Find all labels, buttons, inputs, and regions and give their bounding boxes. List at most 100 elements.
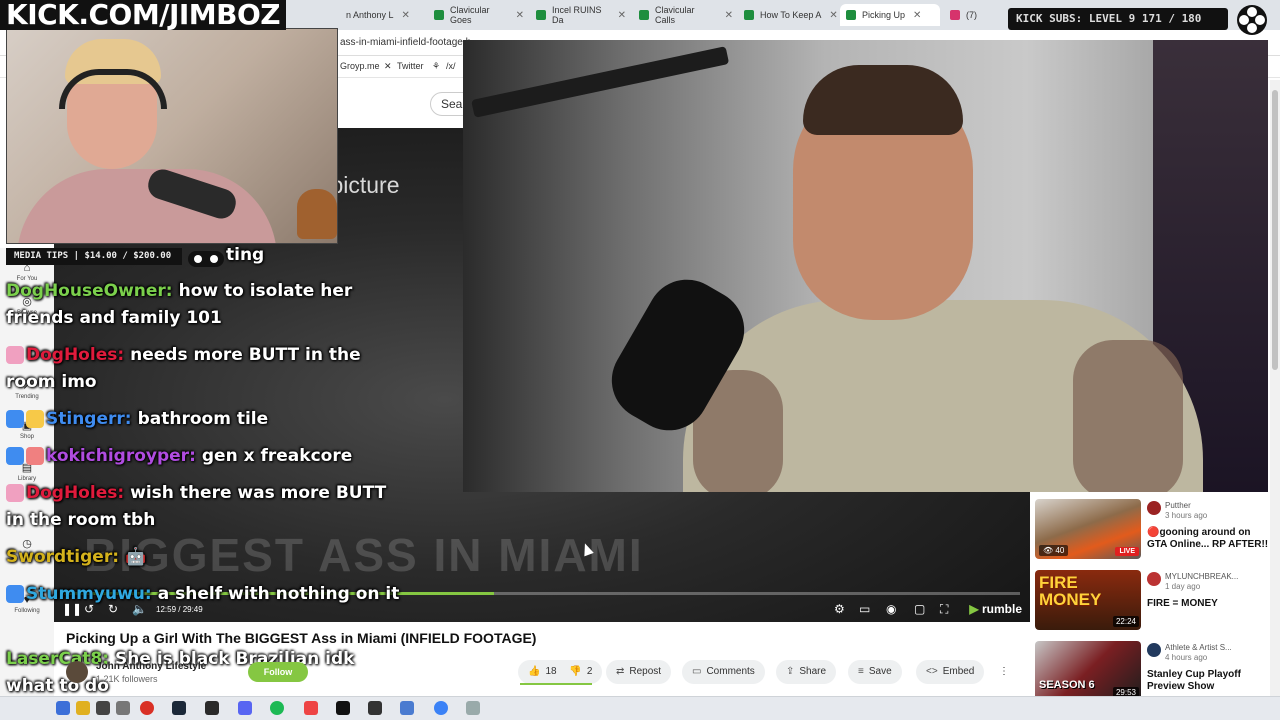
- recommended-video[interactable]: 👁 40 LIVE Putther 3 hours ago 🔴gooning a…: [1035, 499, 1275, 563]
- browser-tab[interactable]: Incel RUINS Da ✕: [530, 4, 626, 26]
- chat-text: gen x freakcore: [201, 446, 353, 466]
- channel-name[interactable]: Putther: [1165, 501, 1191, 510]
- fullscreen-icon[interactable]: ⛶: [940, 602, 948, 617]
- vote-buttons[interactable]: 👍 18 👎 2: [518, 660, 603, 684]
- channel-avatar[interactable]: [1147, 643, 1161, 657]
- follower-count: 1.21K followers: [96, 674, 158, 684]
- video-title[interactable]: Stanley Cup Playoff Preview Show: [1147, 669, 1272, 693]
- save-icon: ≡: [858, 666, 864, 677]
- chat-username: DogHouseOwner:: [6, 281, 173, 301]
- instagram-icon: [950, 10, 960, 20]
- thumbnail-text: FIRE MONEY: [1039, 573, 1102, 609]
- autoplay-toggle[interactable]: ◉: [886, 602, 896, 616]
- follow-button[interactable]: Follow: [248, 662, 308, 682]
- chat-username: DogHoles:: [26, 483, 125, 503]
- thumbnail-text: SEASON 6: [1039, 679, 1095, 691]
- controller-icon: [188, 251, 224, 267]
- bookmark[interactable]: Groyp.me: [340, 61, 380, 71]
- chat-username: Stummyuwu:: [26, 584, 152, 604]
- close-icon[interactable]: ✕: [913, 10, 921, 21]
- channel-name[interactable]: John Anthony Lifestyle: [96, 661, 206, 672]
- video-duration: 22:24: [1112, 616, 1139, 627]
- favicon-icon: [744, 10, 754, 20]
- url-text[interactable]: ass-in-miami-infield-footage.h: [340, 37, 471, 48]
- close-icon[interactable]: ✕: [618, 10, 626, 21]
- embedded-stream-video: [463, 40, 1268, 492]
- browser-tab-active[interactable]: Picking Up ✕: [840, 4, 940, 26]
- close-icon[interactable]: ✕: [402, 10, 410, 21]
- obs-icon[interactable]: [205, 701, 219, 715]
- channel-avatar[interactable]: [1147, 572, 1161, 586]
- chrome-icon[interactable]: [140, 701, 154, 715]
- repost-button[interactable]: ⇄ Repost: [606, 660, 672, 684]
- start-icon[interactable]: [56, 701, 70, 715]
- captions-icon[interactable]: ▭: [859, 602, 870, 616]
- chat-username: DogHoles:: [26, 345, 125, 365]
- channel-avatar[interactable]: [1147, 501, 1161, 515]
- terminal-icon[interactable]: [368, 701, 382, 715]
- channel-avatar[interactable]: [66, 661, 88, 683]
- tab-label: n Anthony L: [346, 10, 394, 20]
- chat-message: Swordtiger: 🤖: [6, 544, 406, 571]
- upload-age: 1 day ago: [1165, 582, 1201, 591]
- favicon-icon: [639, 10, 649, 20]
- chat-text: 🤖: [125, 547, 147, 567]
- steam-icon[interactable]: [172, 701, 186, 715]
- save-button[interactable]: ≡ Save: [848, 660, 902, 684]
- discord-icon[interactable]: [238, 701, 252, 715]
- chat-text: bathroom tile: [137, 409, 269, 429]
- bookmark[interactable]: /x/: [446, 61, 456, 71]
- browser-tab[interactable]: n Anthony L ✕: [340, 4, 426, 26]
- app-icon[interactable]: [336, 701, 350, 715]
- browser-tab[interactable]: Clavicular Calls ✕: [633, 4, 733, 26]
- comments-button[interactable]: ▭ Comments: [682, 660, 765, 684]
- thumbs-up-icon[interactable]: 👍: [528, 666, 540, 677]
- close-icon[interactable]: ✕: [725, 10, 733, 21]
- embed-icon: <>: [926, 666, 938, 677]
- app-icon[interactable]: [304, 701, 318, 715]
- overlay-logo-icon: [1237, 5, 1267, 35]
- video-thumbnail[interactable]: FIRE MONEY 22:24: [1035, 570, 1141, 630]
- bookmark[interactable]: Twitter: [397, 61, 424, 71]
- video-title[interactable]: 🔴gooning around on GTA Online... RP AFTE…: [1147, 527, 1272, 551]
- close-icon[interactable]: ✕: [829, 10, 837, 21]
- settings-icon[interactable]: ⚙: [834, 602, 845, 616]
- channel-name[interactable]: Athlete & Artist S...: [1165, 643, 1232, 652]
- video-title: Picking Up a Girl With The BIGGEST Ass i…: [66, 630, 537, 646]
- app-icon[interactable]: [466, 701, 480, 715]
- viewer-number: 40: [1055, 546, 1065, 555]
- user-badge-icon: [6, 346, 24, 364]
- more-options-icon[interactable]: ⋮: [992, 660, 1016, 684]
- miniplayer-icon[interactable]: ▢: [914, 602, 925, 616]
- video-thumbnail[interactable]: SEASON 6 29:53: [1035, 641, 1141, 701]
- tab-label: (7): [966, 10, 977, 20]
- comment-icon: ▭: [692, 666, 702, 677]
- tab-label: How To Keep A: [760, 10, 822, 20]
- dislike-count: 2: [586, 666, 593, 677]
- spotify-icon[interactable]: [270, 701, 284, 715]
- close-icon[interactable]: ✕: [516, 10, 524, 21]
- video-title[interactable]: FIRE = MONEY: [1147, 598, 1272, 610]
- app-icon[interactable]: [116, 701, 130, 715]
- video-thumbnail[interactable]: 👁 40 LIVE: [1035, 499, 1141, 559]
- scroll-thumb[interactable]: [1272, 90, 1278, 370]
- screen: n Anthony L ✕ Clavicular Goes ✕ Incel RUIN…: [0, 0, 1280, 720]
- button-label: Embed: [942, 666, 975, 677]
- app-icon[interactable]: [96, 701, 110, 715]
- file-explorer-icon[interactable]: [76, 701, 90, 715]
- page-scrollbar[interactable]: [1270, 80, 1280, 696]
- thumbs-down-icon[interactable]: 👎: [569, 666, 581, 677]
- recommended-video[interactable]: FIRE MONEY 22:24 MYLUNCHBREAK... 1 day a…: [1035, 570, 1275, 634]
- browser-tab[interactable]: Clavicular Goes ✕: [428, 4, 524, 26]
- browser-tab[interactable]: (7): [944, 4, 984, 26]
- browser-icon[interactable]: [434, 701, 448, 715]
- chibi-figurine: [297, 189, 337, 239]
- channel-name[interactable]: MYLUNCHBREAK...: [1165, 572, 1238, 581]
- twitter-icon: ✕: [384, 61, 392, 71]
- share-button[interactable]: ⇪ Share: [776, 660, 837, 684]
- app-icon[interactable]: [400, 701, 414, 715]
- chat-username: Stingerr:: [46, 409, 132, 429]
- browser-tab[interactable]: How To Keep A ✕: [738, 4, 838, 26]
- upload-age: 3 hours ago: [1165, 511, 1208, 520]
- embed-button[interactable]: <> Embed: [916, 660, 985, 684]
